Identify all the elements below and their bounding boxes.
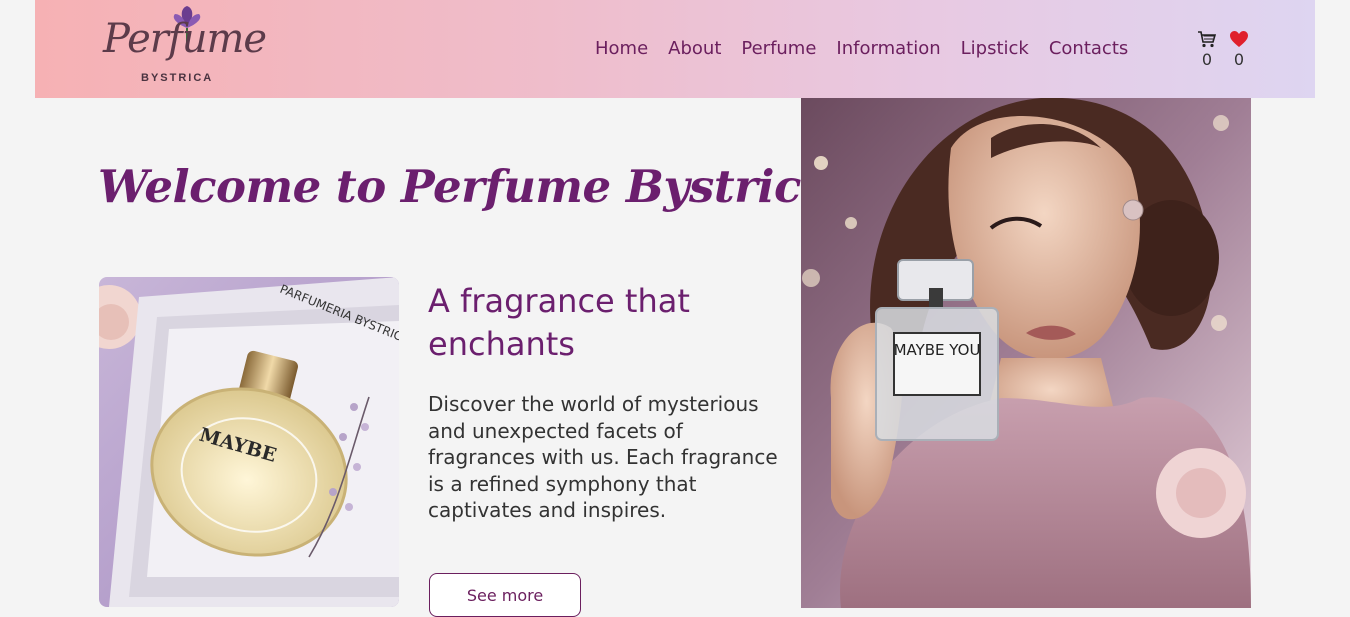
logo-subtitle: BYSTRICA: [141, 72, 214, 84]
site-header: Perfume BYSTRICA Home About Perfume Info…: [35, 0, 1315, 98]
logo[interactable]: Perfume BYSTRICA: [103, 6, 267, 92]
cart-count: 0: [1201, 50, 1213, 69]
cart-icon: [1198, 31, 1217, 48]
section-description: Discover the world of mysterious and une…: [428, 392, 778, 522]
perfume-box-image: PARFUMERIA BYSTRICA MAYBE: [99, 277, 399, 607]
see-more-button[interactable]: See more: [429, 573, 581, 617]
nav-lipstick[interactable]: Lipstick: [961, 38, 1029, 59]
heart-icon: [1230, 31, 1248, 47]
nav-perfume[interactable]: Perfume: [741, 38, 816, 59]
nav-information[interactable]: Information: [836, 38, 940, 59]
wishlist-count: 0: [1233, 50, 1245, 69]
nav-home[interactable]: Home: [595, 38, 648, 59]
hero-bottle-label: MAYBE YOU: [894, 341, 981, 359]
hero-image: MAYBE YOU: [801, 98, 1251, 608]
welcome-heading: Welcome to Perfume Bystrica!: [98, 160, 849, 213]
nav-about[interactable]: About: [668, 38, 721, 59]
section-headline: A fragrance that enchants: [428, 282, 690, 363]
main-nav: Home About Perfume Information Lipstick …: [595, 38, 1128, 59]
logo-script-text: Perfume: [103, 16, 267, 62]
cart-button[interactable]: 0: [1197, 30, 1217, 69]
nav-contacts[interactable]: Contacts: [1049, 38, 1128, 59]
wishlist-button[interactable]: 0: [1229, 30, 1249, 69]
